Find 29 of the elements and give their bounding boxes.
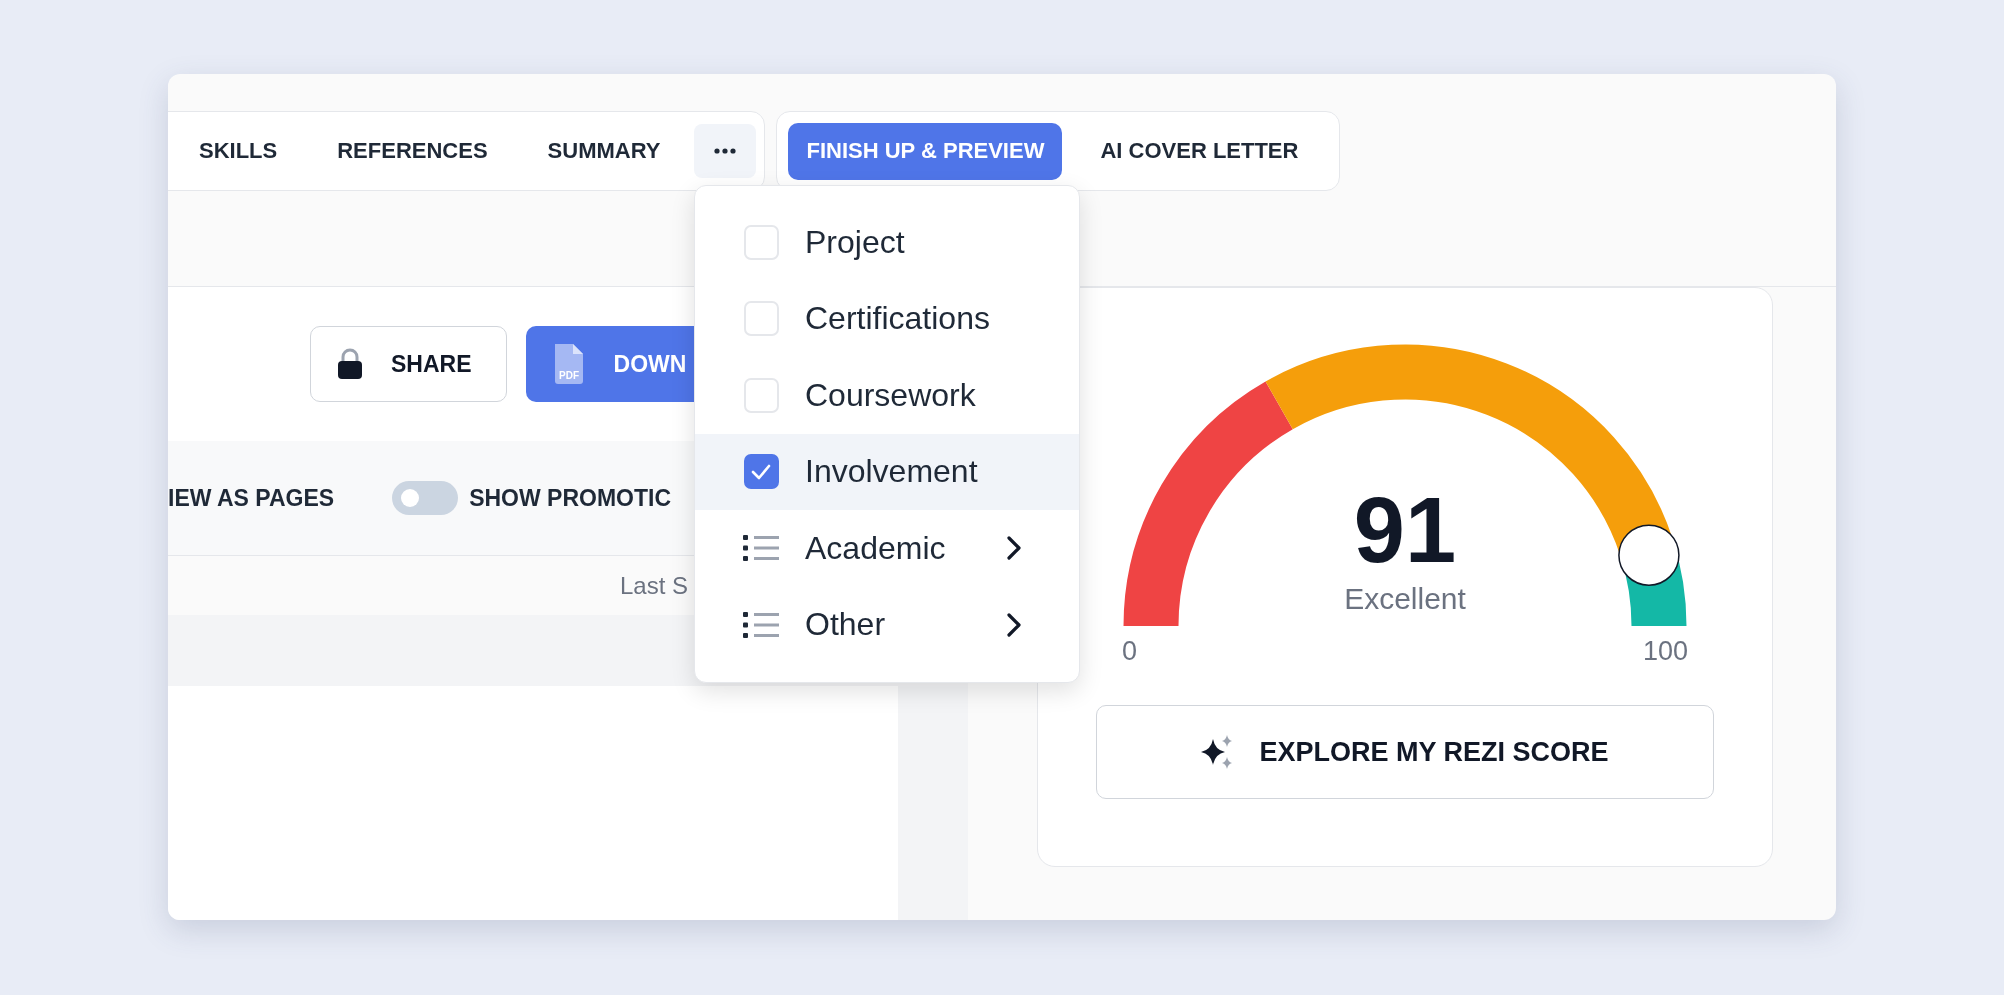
share-button[interactable]: SHARE [310,326,507,402]
nav-tab[interactable]: AI COVER LETTER [1070,122,1329,180]
checkbox[interactable] [743,454,779,490]
score-rating: Excellent [1344,582,1466,616]
nav-tab[interactable]: SKILLS [199,122,308,180]
menu-item[interactable]: Academic [695,510,1079,587]
menu-item[interactable]: Project [695,204,1079,281]
last-saved-text: Last S [620,571,689,600]
nav-tab[interactable]: FINISH UP & PREVIEW [788,122,1063,180]
ellipsis-icon [714,148,737,154]
nav-tab[interactable]: SUMMARY [517,122,691,180]
nav-tab[interactable]: REFERENCES [307,122,518,180]
checkmark-icon [751,463,771,480]
chevron-right-icon [1007,536,1021,561]
toggle-switch[interactable] [392,481,459,515]
list-icon [743,534,779,563]
explore-score-button[interactable]: EXPLORE MY REZI SCORE [1096,705,1714,799]
menu-item[interactable]: Involvement [695,433,1079,510]
menu-item[interactable]: Other [695,586,1079,663]
gauge-min-label: 0 [1122,636,1138,667]
score-value: 91 [1353,484,1457,576]
toggle-label: SHOW PROMOTIC [469,484,672,512]
chevron-right-icon [1007,612,1021,637]
gauge-max-label: 100 [1642,636,1688,667]
lock-icon [337,348,363,380]
more-button[interactable] [694,124,757,178]
list-icon [743,610,779,639]
view-option-label: IEW AS PAGES [168,484,335,512]
sparkle-icon [1201,735,1234,769]
